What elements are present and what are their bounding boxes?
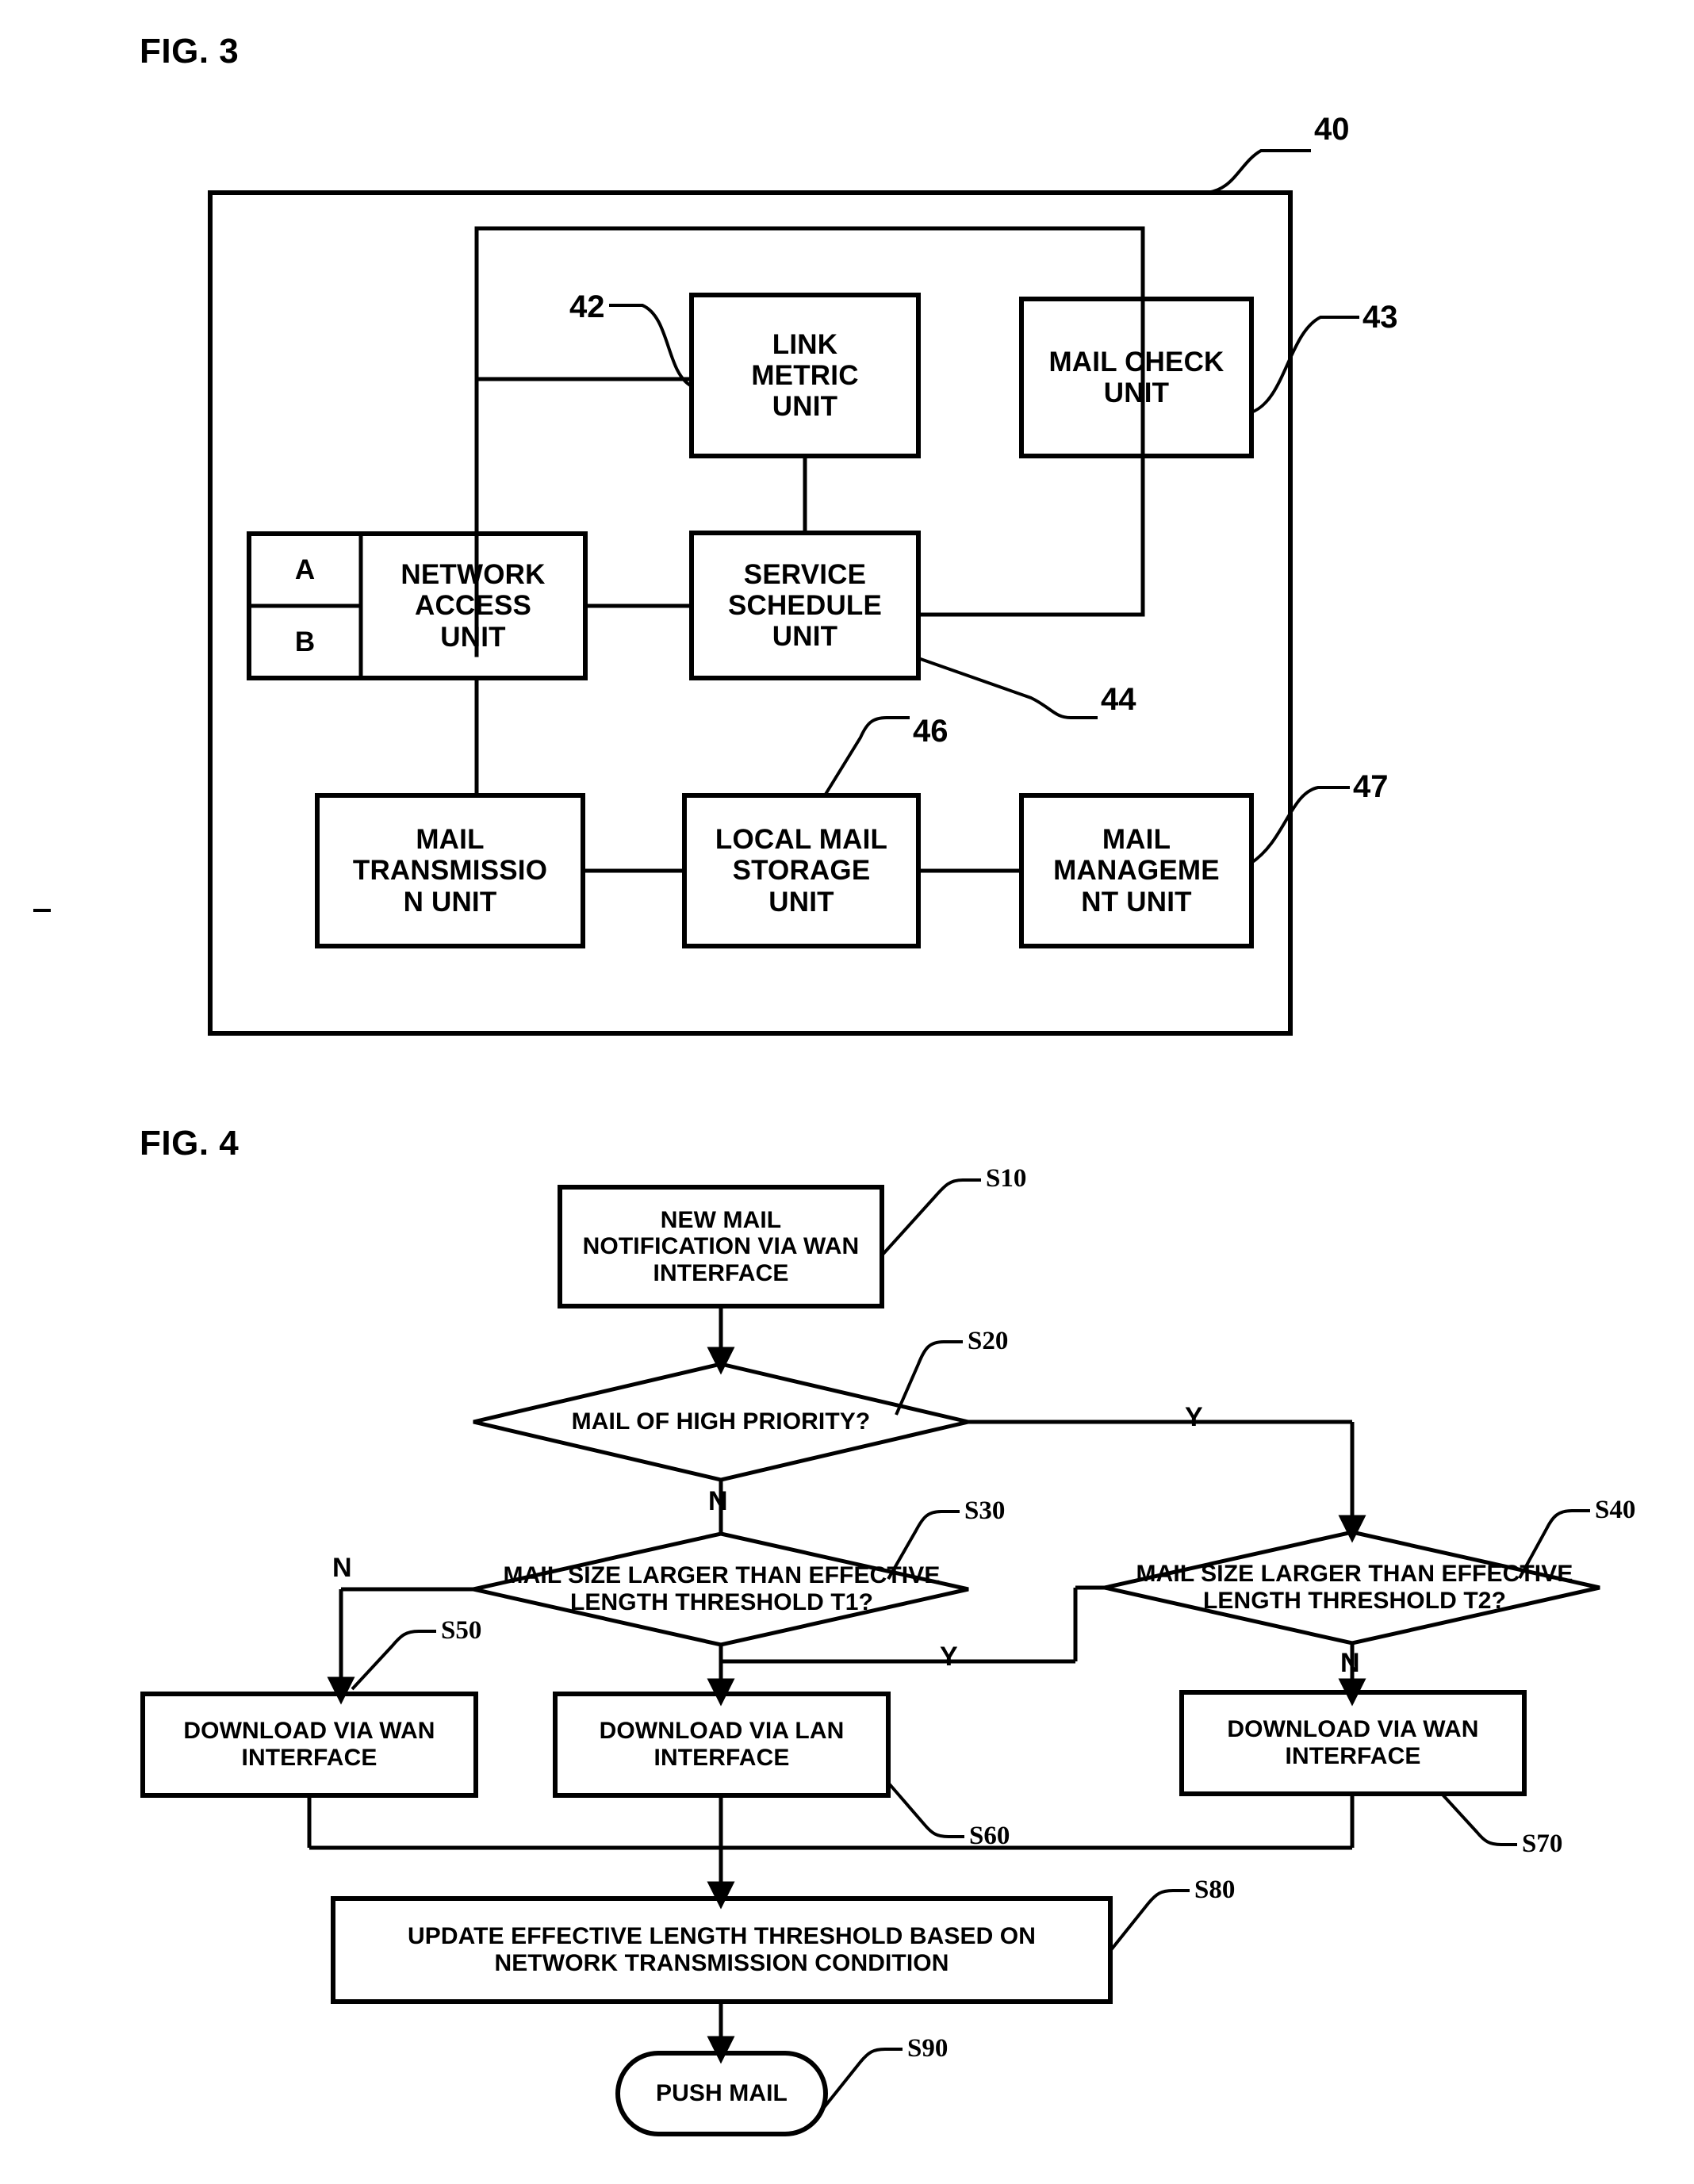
step-ref-s40: S40	[1595, 1496, 1636, 1524]
block-service-schedule-unit: SERVICE SCHEDULE UNIT	[727, 558, 883, 653]
patent-figure-page: FIG. 3 LINK METRIC UNIT MAIL CHECK UNIT …	[0, 0, 1694, 2184]
branch-label-s30-yes: Y	[940, 1642, 958, 1672]
step-ref-s60: S60	[969, 1822, 1010, 1850]
step-ref-s50: S50	[441, 1616, 482, 1645]
step-ref-s90: S90	[907, 2034, 949, 2063]
block-link-metric-unit: LINK METRIC UNIT	[751, 328, 859, 423]
figure-4-title: FIG. 4	[140, 1124, 240, 1163]
block-mail-management-unit: MAIL MANAGEME NT UNIT	[1053, 824, 1220, 918]
step-ref-s70: S70	[1522, 1830, 1563, 1858]
reference-numeral-47: 47	[1353, 769, 1389, 804]
block-mail-transmission-unit: MAIL TRANSMISSIO N UNIT	[352, 824, 548, 918]
step-ref-s80: S80	[1194, 1876, 1236, 1904]
flow-node-s70-download-via-wan: DOWNLOAD VIA WAN INTERFACE	[1227, 1716, 1479, 1769]
flow-decision-s30-mail-size-threshold-t1: MAIL SIZE LARGER THAN EFFECTIVE LENGTH T…	[503, 1562, 941, 1615]
branch-label-s30-no: N	[332, 1553, 352, 1583]
branch-label-s20-yes: Y	[1185, 1402, 1203, 1432]
branch-label-s20-no: N	[708, 1486, 728, 1516]
step-ref-s10: S10	[986, 1164, 1027, 1193]
block-port-b: B	[294, 626, 316, 657]
reference-numeral-40: 40	[1314, 112, 1350, 147]
block-mail-check-unit: MAIL CHECK UNIT	[1048, 346, 1225, 408]
figure-3-title: FIG. 3	[140, 32, 240, 71]
flow-terminator-s90-push-mail: PUSH MAIL	[656, 2080, 788, 2107]
step-ref-s20: S20	[968, 1327, 1009, 1355]
flow-node-s60-download-via-lan: DOWNLOAD VIA LAN INTERFACE	[599, 1718, 845, 1771]
flow-decision-s20-mail-high-priority: MAIL OF HIGH PRIORITY?	[571, 1408, 871, 1435]
flow-node-s80-update-effective-length-threshold: UPDATE EFFECTIVE LENGTH THRESHOLD BASED …	[407, 1923, 1036, 1976]
flow-node-s10-new-mail-notification: NEW MAIL NOTIFICATION VIA WAN INTERFACE	[582, 1206, 860, 1286]
step-ref-s30: S30	[964, 1496, 1006, 1525]
flow-node-s50-download-via-wan: DOWNLOAD VIA WAN INTERFACE	[183, 1718, 435, 1771]
reference-numeral-44: 44	[1101, 682, 1136, 717]
flow-decision-s40-mail-size-threshold-t2: MAIL SIZE LARGER THAN EFFECTIVE LENGTH T…	[1136, 1561, 1573, 1614]
branch-label-s40-no: N	[1340, 1648, 1360, 1678]
block-port-a: A	[294, 554, 316, 585]
reference-numeral-46: 46	[913, 714, 949, 749]
reference-numeral-43: 43	[1362, 300, 1398, 335]
block-network-access-unit: NETWORK ACCESS UNIT	[401, 559, 546, 653]
reference-numeral-42: 42	[569, 289, 605, 324]
block-local-mail-storage-unit: LOCAL MAIL STORAGE UNIT	[715, 824, 888, 918]
